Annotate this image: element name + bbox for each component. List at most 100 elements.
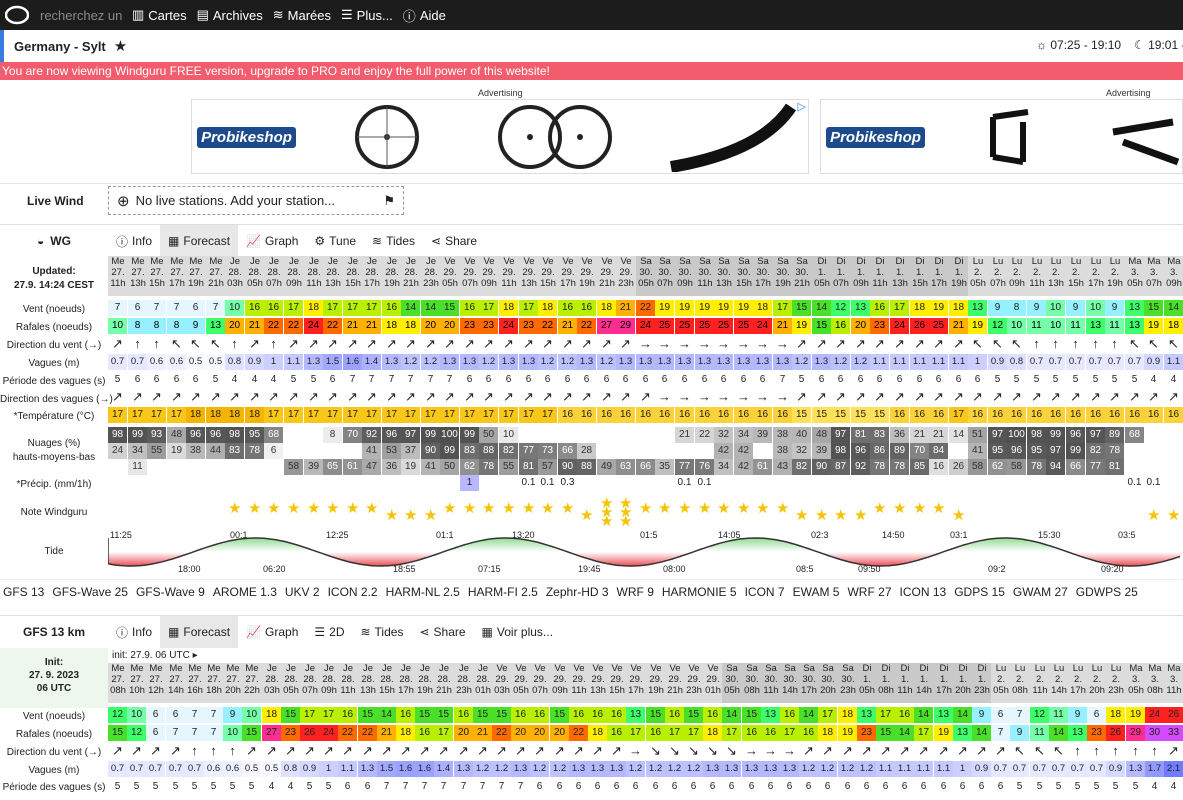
model-link[interactable]: ICON 7 bbox=[745, 585, 785, 599]
model-link[interactable]: HARM-FI 2.5 bbox=[468, 585, 538, 599]
period-cell: 6 bbox=[329, 374, 336, 385]
model-link[interactable]: ICON 2.2 bbox=[328, 585, 378, 599]
period-cell: 4 bbox=[287, 781, 294, 792]
column-header: Lu 2. 11h bbox=[1027, 256, 1048, 296]
temp-cell: 16 bbox=[655, 407, 674, 423]
rating-star-icon: ★ bbox=[619, 513, 633, 530]
ad-banner[interactable]: Probikeshop ▷ bbox=[191, 99, 809, 174]
temp-cell: 16 bbox=[1105, 407, 1124, 423]
header-date: 3. bbox=[1132, 674, 1140, 685]
header-day: Di bbox=[895, 256, 905, 267]
tab-info[interactable]: ⓘ Info bbox=[108, 616, 160, 648]
cloud-low-cell: 43 bbox=[773, 459, 792, 475]
cloud-mid-cell: 83 bbox=[460, 443, 479, 459]
model-link[interactable]: HARMONIE 5 bbox=[662, 585, 737, 599]
tab-more[interactable]: ▦ Voir plus... bbox=[474, 616, 561, 648]
model-link[interactable]: WRF 9 bbox=[617, 585, 654, 599]
header-date: 29. bbox=[522, 267, 536, 278]
cloud-high-cell: 10 bbox=[499, 427, 518, 443]
column-header: Je 28. 17h bbox=[362, 256, 383, 296]
nav-aide[interactable]: ⓘ Aide bbox=[403, 6, 446, 25]
tab-share[interactable]: ⋖ Share bbox=[423, 225, 485, 257]
temp-cell: 16 bbox=[636, 407, 655, 423]
cloud-mid-cell: 34 bbox=[128, 443, 147, 459]
header-date: 30. bbox=[841, 674, 855, 685]
wind-direction-arrow: ↗ bbox=[611, 743, 622, 758]
tab-share[interactable]: ⋖ Share bbox=[411, 616, 473, 648]
period-cell: 6 bbox=[583, 374, 590, 385]
tab-graph[interactable]: 📈 Graph bbox=[238, 225, 306, 257]
nav-plus[interactable]: ☰ Plus... bbox=[341, 7, 393, 23]
tab-info[interactable]: ⓘ Info bbox=[108, 225, 160, 257]
model-link[interactable]: GFS-Wave 25 bbox=[52, 585, 128, 599]
wind-direction-arrow: ↗ bbox=[249, 336, 260, 351]
model-link[interactable]: EWAM 5 bbox=[793, 585, 840, 599]
gust-cell: 22 bbox=[284, 318, 303, 334]
bike-wheel-image bbox=[355, 105, 419, 169]
tab-2d[interactable]: ☰ 2D bbox=[306, 616, 352, 648]
header-day: Me bbox=[207, 663, 221, 674]
model-link[interactable]: GDPS 15 bbox=[954, 585, 1005, 599]
nav-marees[interactable]: ≋ Marées bbox=[273, 7, 331, 23]
model-link[interactable]: GDWPS 25 bbox=[1076, 585, 1138, 599]
gust-cell: 6 bbox=[146, 725, 165, 741]
model-link[interactable]: WRF 27 bbox=[847, 585, 891, 599]
wave-cell: 1.2 bbox=[597, 354, 616, 370]
header-hour: 13h bbox=[325, 278, 341, 289]
header-date: 1. bbox=[818, 267, 826, 278]
wind-direction-arrow: ↗ bbox=[347, 336, 358, 351]
wind-cell: 17 bbox=[319, 707, 338, 723]
wind-cell: 13 bbox=[626, 707, 645, 723]
model-link[interactable]: GFS-Wave 9 bbox=[136, 585, 205, 599]
header-date: 27. bbox=[189, 267, 203, 278]
tab-tides[interactable]: ≋ Tides bbox=[364, 225, 423, 257]
cloud-low-cell: 34 bbox=[714, 459, 733, 475]
tab-forecast[interactable]: ▦ Forecast bbox=[160, 616, 239, 648]
share-icon: ⋖ bbox=[419, 625, 430, 639]
tab-forecast[interactable]: ▦ Forecast bbox=[160, 225, 239, 257]
model-link[interactable]: GFS 13 bbox=[3, 585, 44, 599]
search-input[interactable]: recherchez un bbox=[40, 8, 122, 23]
adchoices-icon[interactable]: ▷ bbox=[798, 100, 806, 113]
init-line[interactable]: init: 27.9. 06 UTC ▸ bbox=[112, 650, 198, 661]
model-link[interactable]: GWAM 27 bbox=[1013, 585, 1068, 599]
header-hour: 15h bbox=[609, 685, 625, 696]
wind-direction-arrow: ↖ bbox=[171, 336, 182, 351]
windguru-logo[interactable] bbox=[2, 0, 32, 30]
column-header: Je 28. 17h bbox=[396, 663, 417, 703]
wave-cell: 1.3 bbox=[722, 761, 741, 777]
period-cell: 6 bbox=[882, 781, 889, 792]
nav-cartes[interactable]: ▥ Cartes bbox=[132, 7, 187, 23]
model-link[interactable]: Zephr-HD 3 bbox=[546, 585, 609, 599]
tab-tune[interactable]: ⚙ Tune bbox=[306, 225, 364, 257]
gust-cell: 16 bbox=[415, 725, 434, 741]
header-hour: 11h bbox=[1166, 685, 1182, 696]
tab-tides[interactable]: ≋ Tides bbox=[352, 616, 411, 648]
favorite-star-icon[interactable]: ★ bbox=[114, 37, 127, 55]
header-day: Lu bbox=[1034, 663, 1046, 674]
header-day: Je bbox=[419, 663, 431, 674]
model-link[interactable]: AROME 1.3 bbox=[213, 585, 277, 599]
temp-cell: 16 bbox=[616, 407, 635, 423]
wave-cell: 1.3 bbox=[440, 354, 459, 370]
model-link[interactable]: ICON 13 bbox=[900, 585, 947, 599]
header-day: Lu bbox=[1031, 256, 1043, 267]
nav-archives[interactable]: ▤ Archives bbox=[197, 7, 263, 23]
ad-banner[interactable]: Probikeshop bbox=[820, 99, 1183, 174]
model-link[interactable]: HARM-NL 2.5 bbox=[386, 585, 460, 599]
add-station-box[interactable]: ⊕ No live stations. Add your station... … bbox=[108, 186, 404, 215]
cloud-low-cell: 42 bbox=[734, 459, 753, 475]
column-header: Di 1. 05h bbox=[812, 256, 833, 296]
temp-cell: 16 bbox=[890, 407, 909, 423]
tab-graph[interactable]: 📈 Graph bbox=[238, 616, 306, 648]
header-day: Lu bbox=[995, 663, 1007, 674]
gust-cell: 22 bbox=[338, 725, 357, 741]
cloud-mid-cell: 96 bbox=[1007, 443, 1026, 459]
cloud-high-cell: 14 bbox=[949, 427, 968, 443]
precip-cell: 0.1 bbox=[540, 477, 555, 488]
model-link[interactable]: UKV 2 bbox=[285, 585, 320, 599]
pro-banner[interactable]: You are now viewing Windguru FREE versio… bbox=[0, 62, 1183, 80]
wind-cell: 15 bbox=[684, 707, 703, 723]
wind-direction-arrow: → bbox=[717, 336, 730, 351]
gust-cell: 10 bbox=[223, 725, 242, 741]
